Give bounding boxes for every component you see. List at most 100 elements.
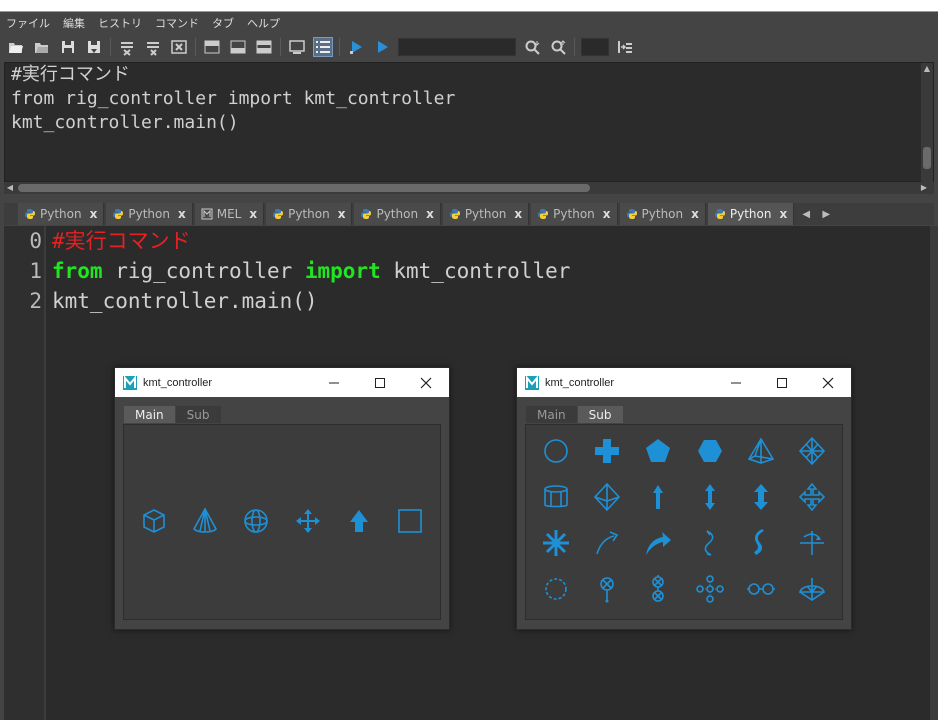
bold-curved-arrow-button[interactable] bbox=[642, 527, 674, 559]
show-input-button[interactable] bbox=[228, 37, 248, 57]
tab-close-icon[interactable]: x bbox=[249, 207, 257, 221]
close-button[interactable] bbox=[403, 368, 449, 397]
scroll-up-icon[interactable]: ▲ bbox=[921, 63, 933, 75]
tab-scroll-right-icon[interactable]: ▶ bbox=[816, 203, 836, 225]
cylinder-button[interactable] bbox=[540, 481, 572, 513]
star-burst-button[interactable] bbox=[540, 527, 572, 559]
editor-vertical-scrollbar[interactable] bbox=[930, 226, 938, 720]
search-down-button[interactable] bbox=[522, 37, 542, 57]
bold-double-arrow-button[interactable] bbox=[745, 481, 777, 513]
clear-history-button[interactable] bbox=[143, 37, 163, 57]
tab-close-icon[interactable]: x bbox=[178, 207, 186, 221]
code-area[interactable]: #実行コマンド from rig_controller import kmt_c… bbox=[52, 226, 570, 316]
window-title-bar[interactable]: kmt_controller bbox=[517, 368, 851, 397]
echo-commands-button[interactable] bbox=[117, 37, 137, 57]
rotate-axis-button[interactable] bbox=[796, 527, 828, 559]
history-pane[interactable]: #実行コマンド from rig_controller import kmt_c… bbox=[4, 62, 934, 183]
python-icon bbox=[24, 208, 36, 220]
glasses-button[interactable] bbox=[745, 573, 777, 605]
search-field[interactable] bbox=[398, 38, 516, 56]
close-button[interactable] bbox=[805, 368, 851, 397]
curved-arrow-button[interactable] bbox=[591, 527, 623, 559]
source-script-button[interactable] bbox=[32, 37, 52, 57]
scroll-right-icon[interactable]: ▶ bbox=[918, 182, 930, 194]
umbrella-button[interactable] bbox=[796, 573, 828, 605]
search-up-button[interactable] bbox=[548, 37, 568, 57]
dotted-cross-button[interactable] bbox=[694, 573, 726, 605]
pin-button[interactable] bbox=[591, 573, 623, 605]
four-way-arrow-button[interactable] bbox=[796, 481, 828, 513]
tab-script-2[interactable]: MEL x bbox=[194, 203, 265, 225]
execute-button[interactable] bbox=[346, 37, 366, 57]
show-history-button[interactable] bbox=[202, 37, 222, 57]
menu-help[interactable]: ヘルプ bbox=[247, 15, 280, 31]
sphere-button[interactable] bbox=[240, 505, 272, 537]
goto-line-button[interactable] bbox=[615, 37, 635, 57]
open-script-button[interactable] bbox=[6, 37, 26, 57]
tab-main[interactable]: Main bbox=[526, 406, 577, 423]
show-line-numbers-button[interactable] bbox=[313, 37, 333, 57]
tab-script-6[interactable]: Python x bbox=[531, 203, 618, 225]
arrow-up-icon bbox=[349, 510, 368, 532]
line-number-field[interactable] bbox=[581, 38, 609, 56]
tab-script-3[interactable]: Python x bbox=[266, 203, 353, 225]
double-pin-button[interactable] bbox=[642, 573, 674, 605]
tab-close-icon[interactable]: x bbox=[338, 207, 346, 221]
minimize-button[interactable] bbox=[311, 368, 357, 397]
menu-command[interactable]: コマンド bbox=[155, 15, 199, 31]
pyramid-button[interactable] bbox=[745, 435, 777, 467]
history-horizontal-scrollbar[interactable]: ◀ ▶ bbox=[4, 182, 934, 194]
tab-script-4[interactable]: Python x bbox=[354, 203, 441, 225]
menu-edit[interactable]: 編集 bbox=[63, 15, 85, 31]
tab-close-icon[interactable]: x bbox=[603, 207, 611, 221]
minimize-button[interactable] bbox=[713, 368, 759, 397]
cross-button[interactable] bbox=[591, 435, 623, 467]
tab-sub[interactable]: Sub bbox=[577, 406, 623, 423]
horizontal-scroll-thumb[interactable] bbox=[18, 184, 590, 192]
cube-button[interactable] bbox=[138, 505, 170, 537]
gear-circle-button[interactable] bbox=[540, 573, 572, 605]
window-title-bar[interactable]: kmt_controller bbox=[115, 368, 449, 397]
tab-scroll-left-icon[interactable]: ◀ bbox=[796, 203, 816, 225]
clear-input-button[interactable] bbox=[169, 37, 189, 57]
octahedron-button[interactable] bbox=[591, 481, 623, 513]
twist-arrow-button[interactable] bbox=[694, 527, 726, 559]
diamond-button[interactable] bbox=[796, 435, 828, 467]
kmt-controller-window-sub: kmt_controller Main Sub bbox=[516, 367, 852, 630]
tab-close-icon[interactable]: x bbox=[780, 207, 788, 221]
tab-sub[interactable]: Sub bbox=[175, 406, 221, 423]
save-script-button[interactable] bbox=[58, 37, 78, 57]
history-scroll-thumb[interactable] bbox=[923, 147, 931, 169]
hexagon-button[interactable] bbox=[694, 435, 726, 467]
menu-tab[interactable]: タブ bbox=[212, 15, 234, 31]
circle-button[interactable] bbox=[540, 435, 572, 467]
double-arrow-button[interactable] bbox=[694, 481, 726, 513]
show-both-button[interactable] bbox=[254, 37, 274, 57]
maximize-button[interactable] bbox=[759, 368, 805, 397]
menu-history[interactable]: ヒストリ bbox=[98, 15, 142, 31]
menu-file[interactable]: ファイル bbox=[6, 15, 50, 31]
bold-twist-arrow-button[interactable] bbox=[745, 527, 777, 559]
arrow-up-button[interactable] bbox=[343, 505, 375, 537]
show-tooltip-button[interactable] bbox=[287, 37, 307, 57]
thin-arrow-up-button[interactable] bbox=[642, 481, 674, 513]
tab-close-icon[interactable]: x bbox=[691, 207, 699, 221]
tab-script-7[interactable]: Python x bbox=[619, 203, 706, 225]
maximize-button[interactable] bbox=[357, 368, 403, 397]
tab-script-0[interactable]: Python x bbox=[18, 203, 105, 225]
move-arrows-button[interactable] bbox=[292, 505, 324, 537]
scroll-left-icon[interactable]: ◀ bbox=[4, 182, 16, 194]
tab-close-icon[interactable]: x bbox=[90, 207, 98, 221]
tab-script-5[interactable]: Python x bbox=[442, 203, 530, 225]
tab-close-icon[interactable]: x bbox=[514, 207, 522, 221]
cone-button[interactable] bbox=[189, 505, 221, 537]
tab-main[interactable]: Main bbox=[124, 406, 175, 423]
save-to-shelf-button[interactable] bbox=[84, 37, 104, 57]
pentagon-button[interactable] bbox=[642, 435, 674, 467]
square-button[interactable] bbox=[394, 505, 426, 537]
execute-all-button[interactable] bbox=[372, 37, 392, 57]
tab-close-icon[interactable]: x bbox=[426, 207, 434, 221]
tab-script-8[interactable]: Python x bbox=[707, 203, 795, 225]
history-vertical-scrollbar[interactable]: ▲ bbox=[921, 63, 933, 183]
tab-script-1[interactable]: Python x bbox=[106, 203, 193, 225]
